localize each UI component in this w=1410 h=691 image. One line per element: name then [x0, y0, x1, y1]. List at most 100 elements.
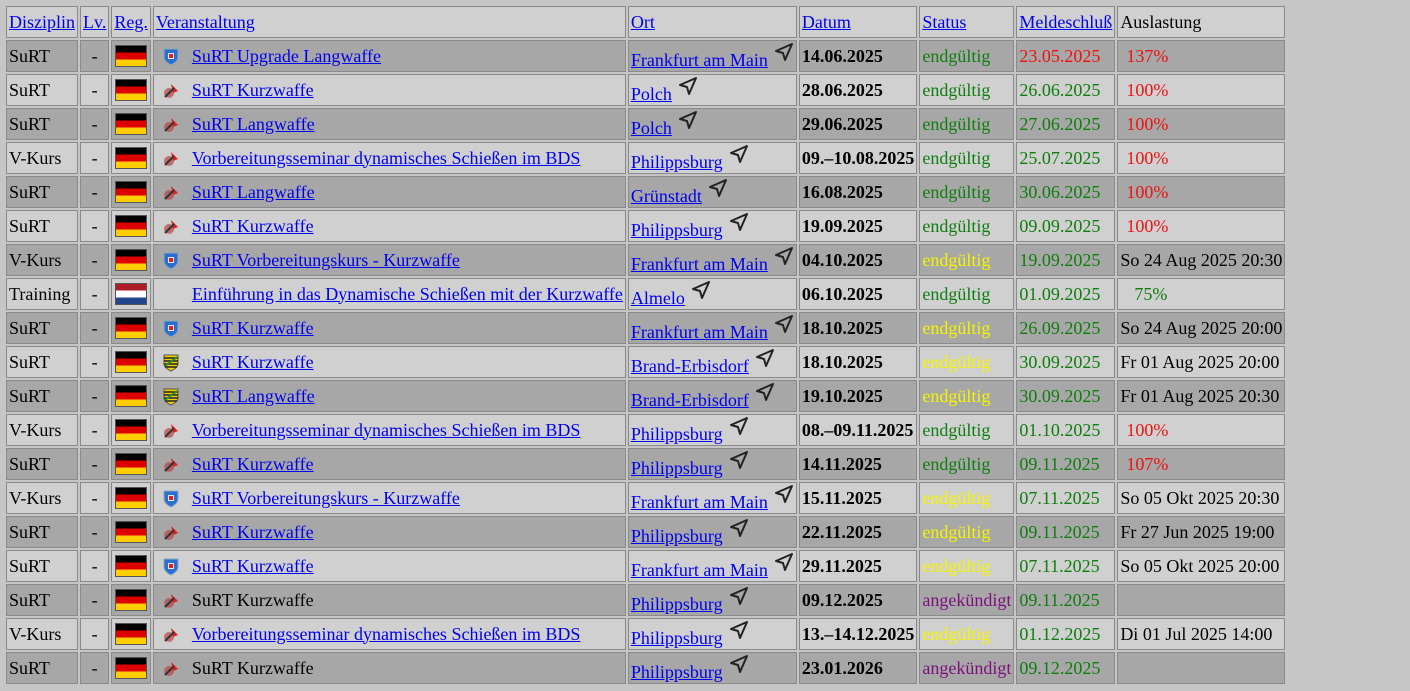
navigation-arrow-icon[interactable] — [691, 280, 711, 300]
cell-ort[interactable]: Almelo — [627, 278, 797, 310]
navigation-arrow-icon[interactable] — [729, 450, 749, 470]
navigation-arrow-icon[interactable] — [729, 212, 749, 232]
location-link[interactable]: Frankfurt am Main — [631, 254, 768, 274]
event-link[interactable]: SuRT Langwaffe — [192, 386, 315, 406]
navigation-arrow-icon[interactable] — [729, 144, 749, 164]
location-link[interactable]: Brand-Erbisdorf — [631, 356, 749, 376]
navigation-arrow-icon[interactable] — [729, 586, 749, 606]
cell-ort[interactable]: Frankfurt am Main — [627, 312, 797, 344]
cell-ort[interactable]: Frankfurt am Main — [627, 40, 797, 72]
cell-veranstaltung[interactable]: SuRT Kurzwaffe — [152, 74, 626, 106]
cell-veranstaltung[interactable]: Einführung in das Dynamische Schießen mi… — [152, 278, 626, 310]
event-link[interactable]: Vorbereitungsseminar dynamisches Schieße… — [192, 624, 581, 644]
cell-veranstaltung[interactable]: SuRT Vorbereitungskurs - Kurzwaffe — [152, 244, 626, 276]
location-link[interactable]: Frankfurt am Main — [631, 560, 768, 580]
navigation-arrow-icon[interactable] — [774, 246, 794, 266]
cell-ort[interactable]: Philippsburg — [627, 142, 797, 174]
event-link[interactable]: SuRT Kurzwaffe — [192, 522, 314, 542]
navigation-arrow-icon[interactable] — [755, 348, 775, 368]
cell-veranstaltung[interactable]: SuRT Kurzwaffe — [152, 516, 626, 548]
cell-veranstaltung[interactable]: SuRT Kurzwaffe — [152, 550, 626, 582]
col-reg[interactable]: Reg. — [111, 6, 151, 38]
col-status[interactable]: Status — [919, 6, 1015, 38]
cell-veranstaltung[interactable]: SuRT Kurzwaffe — [152, 312, 626, 344]
sort-reg-link[interactable]: Reg. — [114, 12, 148, 32]
event-link[interactable]: Einführung in das Dynamische Schießen mi… — [192, 284, 623, 304]
cell-ort[interactable]: Philippsburg — [627, 448, 797, 480]
location-link[interactable]: Philippsburg — [631, 526, 723, 546]
cell-veranstaltung[interactable]: SuRT Vorbereitungskurs - Kurzwaffe — [152, 482, 626, 514]
event-link[interactable]: SuRT Langwaffe — [192, 114, 315, 134]
col-ort[interactable]: Ort — [627, 6, 797, 38]
event-link[interactable]: Vorbereitungsseminar dynamisches Schieße… — [192, 148, 581, 168]
event-link[interactable]: SuRT Kurzwaffe — [192, 352, 314, 372]
location-link[interactable]: Philippsburg — [631, 594, 723, 614]
location-link[interactable]: Almelo — [631, 288, 685, 308]
cell-ort[interactable]: Frankfurt am Main — [627, 244, 797, 276]
sort-disziplin-link[interactable]: Disziplin — [9, 12, 75, 32]
sort-lv-link[interactable]: Lv. — [83, 12, 106, 32]
col-datum[interactable]: Datum — [798, 6, 918, 38]
navigation-arrow-icon[interactable] — [729, 416, 749, 436]
cell-ort[interactable]: Philippsburg — [627, 414, 797, 446]
location-link[interactable]: Brand-Erbisdorf — [631, 390, 749, 410]
sort-ort-link[interactable]: Ort — [631, 12, 655, 32]
location-link[interactable]: Philippsburg — [631, 628, 723, 648]
cell-ort[interactable]: Philippsburg — [627, 584, 797, 616]
col-disziplin[interactable]: Disziplin — [6, 6, 78, 38]
col-meldeschluss[interactable]: Meldeschluß — [1016, 6, 1116, 38]
navigation-arrow-icon[interactable] — [774, 552, 794, 572]
cell-ort[interactable]: Philippsburg — [627, 652, 797, 684]
cell-veranstaltung[interactable]: Vorbereitungsseminar dynamisches Schieße… — [152, 414, 626, 446]
location-link[interactable]: Frankfurt am Main — [631, 492, 768, 512]
cell-veranstaltung[interactable]: SuRT Langwaffe — [152, 108, 626, 140]
sort-veranstaltung-link[interactable]: Veranstaltung — [156, 12, 255, 32]
cell-ort[interactable]: Philippsburg — [627, 516, 797, 548]
cell-veranstaltung[interactable]: SuRT Upgrade Langwaffe — [152, 40, 626, 72]
cell-veranstaltung[interactable]: SuRT Kurzwaffe — [152, 448, 626, 480]
event-link[interactable]: SuRT Upgrade Langwaffe — [192, 46, 381, 66]
col-veranstaltung[interactable]: Veranstaltung — [152, 6, 626, 38]
location-link[interactable]: Philippsburg — [631, 152, 723, 172]
cell-ort[interactable]: Grünstadt — [627, 176, 797, 208]
cell-veranstaltung[interactable]: SuRT Langwaffe — [152, 380, 626, 412]
cell-veranstaltung[interactable]: Vorbereitungsseminar dynamisches Schieße… — [152, 142, 626, 174]
cell-ort[interactable]: Frankfurt am Main — [627, 550, 797, 582]
event-link[interactable]: SuRT Vorbereitungskurs - Kurzwaffe — [192, 250, 460, 270]
event-link[interactable]: SuRT Kurzwaffe — [192, 454, 314, 474]
cell-ort[interactable]: Polch — [627, 108, 797, 140]
event-link[interactable]: SuRT Kurzwaffe — [192, 80, 314, 100]
cell-ort[interactable]: Philippsburg — [627, 618, 797, 650]
cell-ort[interactable]: Brand-Erbisdorf — [627, 380, 797, 412]
sort-meldeschluss-link[interactable]: Meldeschluß — [1019, 12, 1112, 32]
cell-veranstaltung[interactable]: SuRT Kurzwaffe — [152, 210, 626, 242]
event-link[interactable]: SuRT Kurzwaffe — [192, 216, 314, 236]
col-lv[interactable]: Lv. — [80, 6, 110, 38]
navigation-arrow-icon[interactable] — [678, 110, 698, 130]
cell-ort[interactable]: Frankfurt am Main — [627, 482, 797, 514]
sort-datum-link[interactable]: Datum — [802, 12, 851, 32]
event-link[interactable]: SuRT Vorbereitungskurs - Kurzwaffe — [192, 488, 460, 508]
event-link[interactable]: SuRT Langwaffe — [192, 182, 315, 202]
cell-ort[interactable]: Philippsburg — [627, 210, 797, 242]
navigation-arrow-icon[interactable] — [755, 382, 775, 402]
sort-status-link[interactable]: Status — [922, 12, 966, 32]
location-link[interactable]: Polch — [631, 84, 672, 104]
event-link[interactable]: SuRT Kurzwaffe — [192, 318, 314, 338]
location-link[interactable]: Frankfurt am Main — [631, 322, 768, 342]
navigation-arrow-icon[interactable] — [729, 518, 749, 538]
cell-ort[interactable]: Polch — [627, 74, 797, 106]
cell-ort[interactable]: Brand-Erbisdorf — [627, 346, 797, 378]
navigation-arrow-icon[interactable] — [729, 620, 749, 640]
cell-veranstaltung[interactable]: SuRT Kurzwaffe — [152, 346, 626, 378]
location-link[interactable]: Philippsburg — [631, 220, 723, 240]
navigation-arrow-icon[interactable] — [708, 178, 728, 198]
location-link[interactable]: Polch — [631, 118, 672, 138]
location-link[interactable]: Philippsburg — [631, 458, 723, 478]
event-link[interactable]: SuRT Kurzwaffe — [192, 556, 314, 576]
cell-veranstaltung[interactable]: Vorbereitungsseminar dynamisches Schieße… — [152, 618, 626, 650]
navigation-arrow-icon[interactable] — [774, 42, 794, 62]
cell-veranstaltung[interactable]: SuRT Langwaffe — [152, 176, 626, 208]
navigation-arrow-icon[interactable] — [774, 314, 794, 334]
navigation-arrow-icon[interactable] — [774, 484, 794, 504]
